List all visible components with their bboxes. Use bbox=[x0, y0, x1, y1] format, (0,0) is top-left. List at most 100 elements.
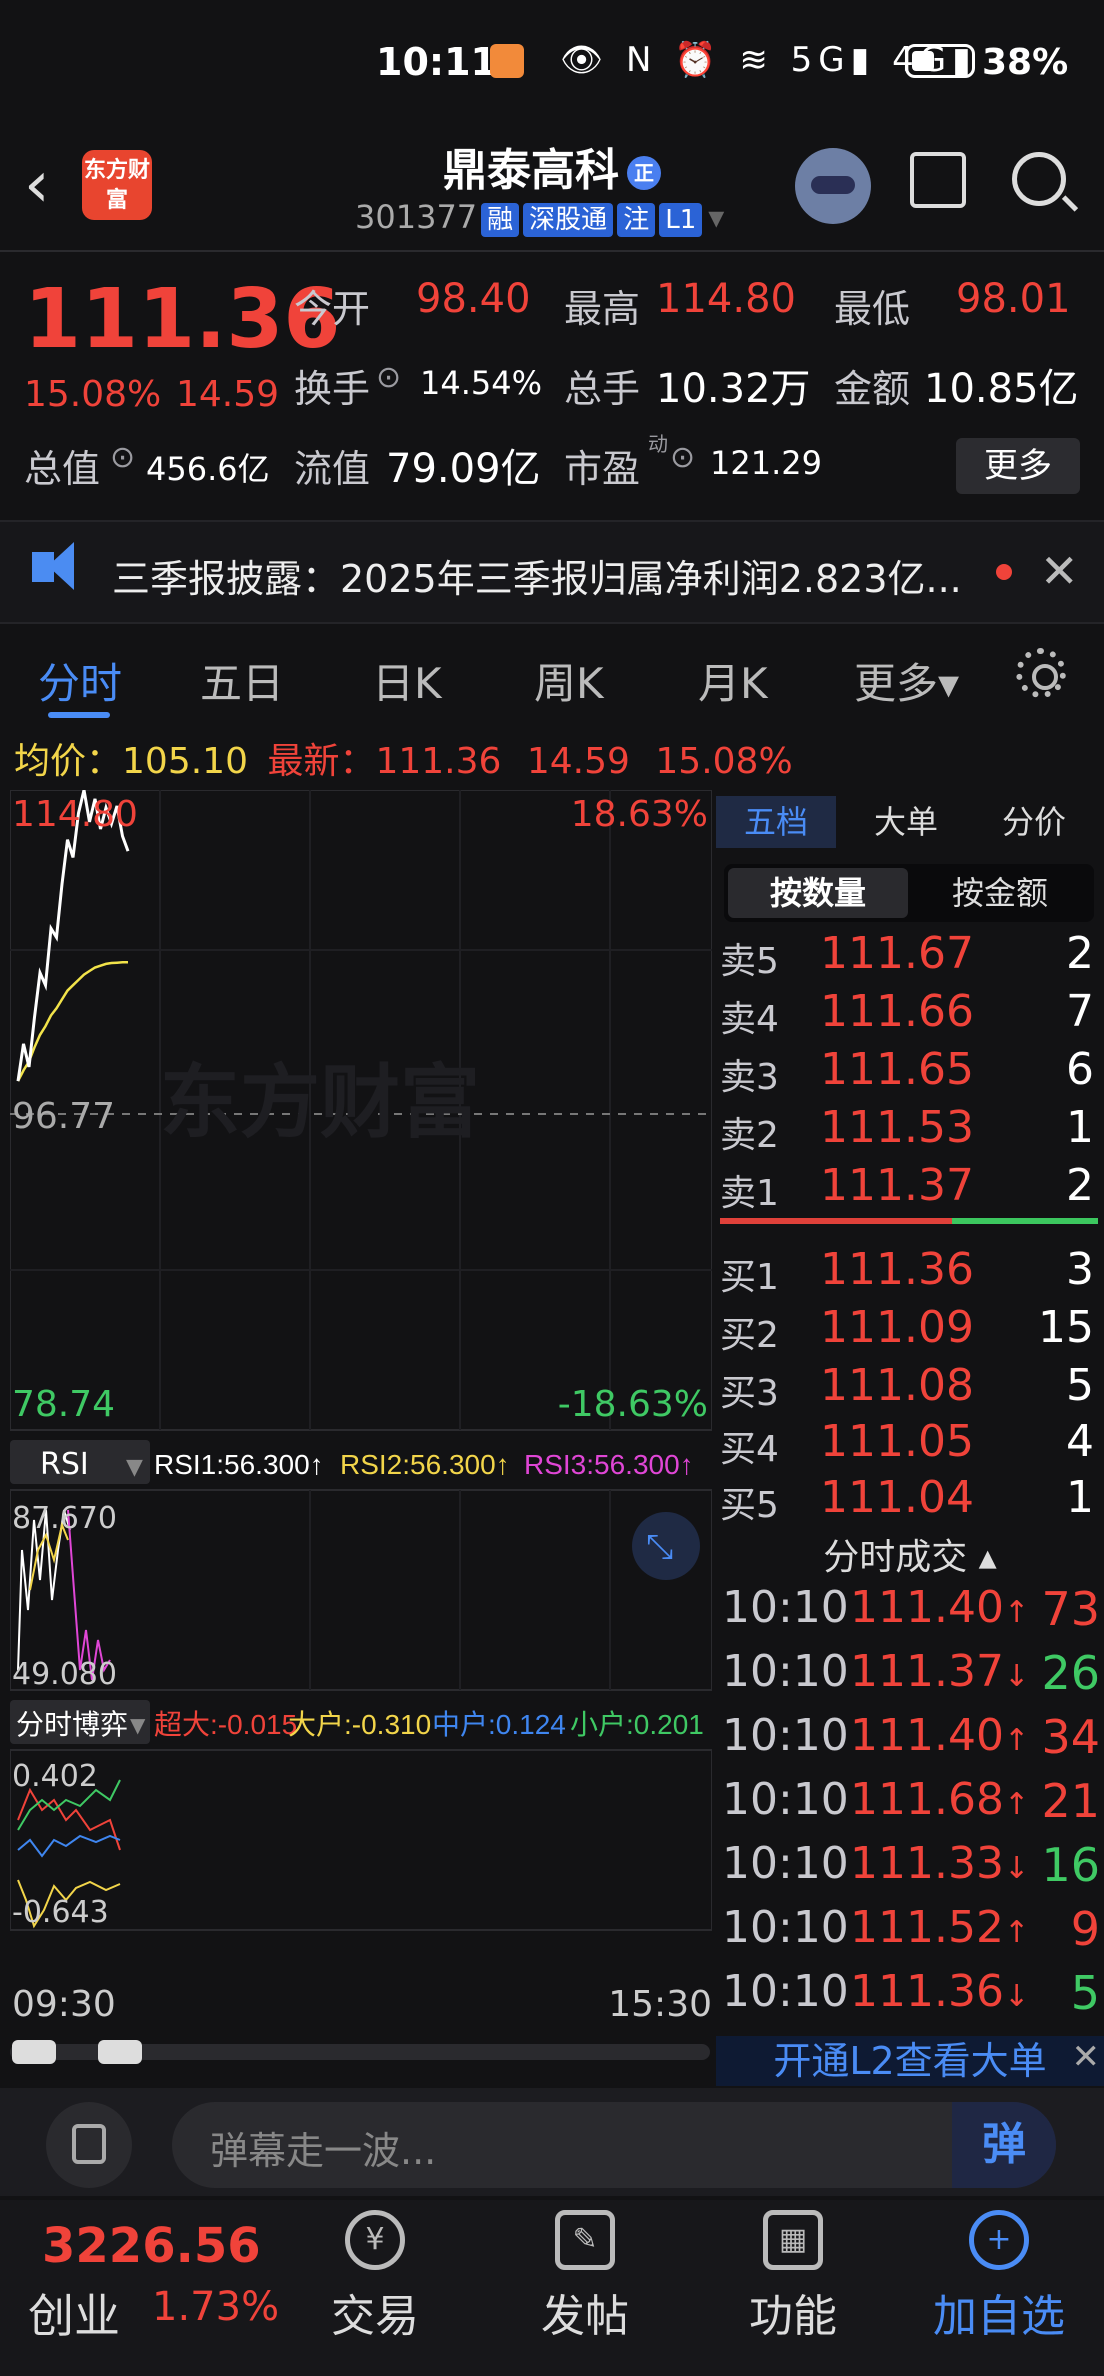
nav-add-watchlist[interactable]: + 加自选 bbox=[924, 2210, 1074, 2344]
rsi2-value: RSI2:56.300↑ bbox=[340, 1449, 510, 1480]
stock-code: 301377 bbox=[355, 198, 478, 236]
tab-big-orders[interactable]: 大单 bbox=[846, 796, 966, 848]
bid-row[interactable]: 买1 111.36 3 bbox=[716, 1244, 1104, 1300]
game-top-label: 0.402 bbox=[12, 1759, 98, 1794]
buy-sell-ratio-bar bbox=[720, 1218, 1098, 1224]
ask-row[interactable]: 卖5 111.67 2 bbox=[716, 928, 1104, 984]
game-selector: 分时博弈 bbox=[16, 1708, 128, 1741]
trade-row: 10:10 111.36↓ 5 bbox=[716, 1966, 1104, 2026]
seg-by-quantity[interactable]: 按数量 bbox=[728, 868, 908, 918]
battery-percent: 38% bbox=[982, 42, 1069, 83]
float-label: 流值 bbox=[294, 447, 371, 491]
turnover-label: 换手 bbox=[294, 367, 371, 411]
trade-time: 10:10 bbox=[722, 1582, 849, 1633]
danmaku-input[interactable]: 弹幕走一波... 弹 bbox=[172, 2102, 1056, 2188]
ask-row[interactable]: 卖4 111.66 7 bbox=[716, 986, 1104, 1042]
super-large-series bbox=[17, 1787, 121, 1851]
notice-text[interactable]: 三季报披露：2025年三季报归属净利润2.823亿... bbox=[112, 548, 962, 603]
info-icon[interactable]: ⊙ bbox=[376, 360, 401, 395]
tab-daily-k[interactable]: 日K bbox=[372, 650, 442, 711]
trade-direction-arrow: ↑ bbox=[1003, 1915, 1030, 1950]
nav-functions[interactable]: ▦ 功能 bbox=[718, 2210, 868, 2344]
mktcap-value: 456.6亿 bbox=[146, 450, 270, 488]
ask-row[interactable]: 卖3 111.65 6 bbox=[716, 1044, 1104, 1100]
bid-row[interactable]: 买2 111.09 15 bbox=[716, 1302, 1104, 1358]
trades-title[interactable]: 分时成交 ▴ bbox=[716, 1528, 1104, 1580]
scroll-handle-left bbox=[12, 2040, 56, 2064]
trade-time: 10:10 bbox=[722, 1646, 849, 1697]
avg-label: 均价： bbox=[14, 741, 123, 782]
trade-time: 10:10 bbox=[722, 1838, 849, 1889]
trade-price: 111.37↓ bbox=[850, 1646, 1030, 1697]
amount-label: 金额 bbox=[834, 367, 911, 411]
tab-intraday[interactable]: 分时 bbox=[38, 650, 122, 711]
bid-row[interactable]: 买3 111.08 5 bbox=[716, 1360, 1104, 1416]
tab-active-indicator bbox=[48, 712, 110, 718]
open-value: 98.40 bbox=[416, 276, 531, 322]
chevron-down-icon: ▼ bbox=[130, 1713, 146, 1737]
tab-weekly-k[interactable]: 周K bbox=[534, 650, 604, 711]
stock-code-row[interactable]: 301377 融深股通注 L1 ▾ bbox=[355, 198, 724, 237]
trade-volume: 21 bbox=[1041, 1774, 1100, 1828]
nav-post[interactable]: ✎ 发帖 bbox=[510, 2210, 660, 2344]
trade-price: 111.52↑ bbox=[850, 1902, 1030, 1953]
tab-five-levels[interactable]: 五档 bbox=[716, 796, 836, 848]
l2-upgrade-banner[interactable]: 开通L2查看大单 ✕ bbox=[716, 2036, 1104, 2086]
index-percent: 1.73% bbox=[152, 2284, 280, 2330]
large-value: 大户:-0.310 bbox=[288, 1709, 431, 1740]
badge-margin: 融 bbox=[481, 203, 520, 237]
notice-bar[interactable]: 三季报披露：2025年三季报归属净利润2.823亿... ✕ bbox=[0, 520, 1104, 624]
ask-row[interactable]: 卖1 111.37 2 bbox=[716, 1160, 1104, 1216]
bid-row[interactable]: 买4 111.05 4 bbox=[716, 1416, 1104, 1472]
trade-time: 10:10 bbox=[722, 1774, 849, 1825]
close-icon[interactable]: ✕ bbox=[1040, 544, 1079, 598]
trade-price: 111.33↓ bbox=[850, 1838, 1030, 1889]
seg-by-amount[interactable]: 按金额 bbox=[910, 868, 1090, 918]
bottom-nav: 3226.56 创业 1.73% ¥ 交易 ✎ 发帖 ▦ 功能 + 加自选 bbox=[0, 2200, 1104, 2376]
search-icon[interactable] bbox=[1012, 152, 1066, 206]
bid-row[interactable]: 买5 111.04 1 bbox=[716, 1472, 1104, 1528]
trade-price: 111.68↑ bbox=[850, 1774, 1030, 1825]
gear-icon[interactable] bbox=[1016, 648, 1066, 698]
change-amount: 14.59 bbox=[176, 374, 280, 415]
expand-icon: ⤡ bbox=[646, 1527, 673, 1567]
volume-label: 总手 bbox=[564, 367, 641, 411]
nav-trade[interactable]: ¥ 交易 bbox=[300, 2210, 450, 2344]
danmaku-settings-icon[interactable] bbox=[46, 2102, 132, 2188]
info-icon[interactable]: ⊙ bbox=[110, 440, 135, 475]
watermark-text: 东方财富 bbox=[160, 1056, 480, 1149]
danmaku-placeholder: 弹幕走一波... bbox=[210, 2129, 437, 2173]
edit-icon: ✎ bbox=[555, 2210, 615, 2270]
tab-five-day[interactable]: 五日 bbox=[200, 650, 284, 711]
change-percent: 15.08% bbox=[24, 374, 162, 415]
robot-assistant-icon[interactable] bbox=[795, 148, 871, 224]
more-button[interactable]: 更多 bbox=[956, 438, 1080, 494]
turnover-value: 14.54% bbox=[420, 364, 543, 402]
rsi-bot-label: 49.080 bbox=[12, 1657, 117, 1692]
ask-row[interactable]: 卖2 111.53 1 bbox=[716, 1102, 1104, 1158]
trade-volume: 16 bbox=[1041, 1838, 1100, 1892]
close-icon[interactable]: ✕ bbox=[1072, 2032, 1101, 2082]
danmaku-send-button[interactable]: 弹 bbox=[952, 2102, 1056, 2188]
float-value: 79.09亿 bbox=[386, 446, 541, 492]
info-icon[interactable]: ⊙ bbox=[670, 440, 695, 475]
mktcap-label: 总值 bbox=[24, 447, 101, 491]
price-bot-label: 78.74 bbox=[12, 1384, 115, 1425]
chevron-down-icon: ▼ bbox=[126, 1455, 143, 1480]
status-bar: 10:11 👁 N ⏰ ≋ 5G▮ 4G▮ 38% bbox=[0, 0, 1104, 130]
tab-price-dist[interactable]: 分价 bbox=[974, 796, 1094, 848]
tab-more[interactable]: 更多▾ bbox=[854, 650, 959, 711]
trade-volume: 34 bbox=[1041, 1710, 1100, 1764]
trade-row: 10:10 111.40↑ 34 bbox=[716, 1710, 1104, 1770]
quote-panel: 111.36 15.08% 14.59 今开 98.40 最高 114.80 最… bbox=[0, 252, 1104, 514]
tab-monthly-k[interactable]: 月K bbox=[698, 650, 768, 711]
latest-change: 14.59 bbox=[526, 741, 630, 782]
trade-direction-arrow: ↑ bbox=[1003, 1595, 1030, 1630]
trade-row: 10:10 111.52↑ 9 bbox=[716, 1902, 1104, 1962]
order-tabs: 五档 大单 分价 bbox=[716, 790, 1104, 848]
avg-price-line: 均价：105.10 最新：111.36 14.59 15.08% bbox=[14, 732, 793, 784]
trade-price: 111.36↓ bbox=[850, 1966, 1030, 2017]
intraday-chart[interactable]: 东方财富 114.80 18.63% 96.77 78.74 -18.63% R… bbox=[9, 789, 713, 2080]
share-icon[interactable] bbox=[910, 152, 966, 208]
medium-series bbox=[17, 1834, 121, 1858]
